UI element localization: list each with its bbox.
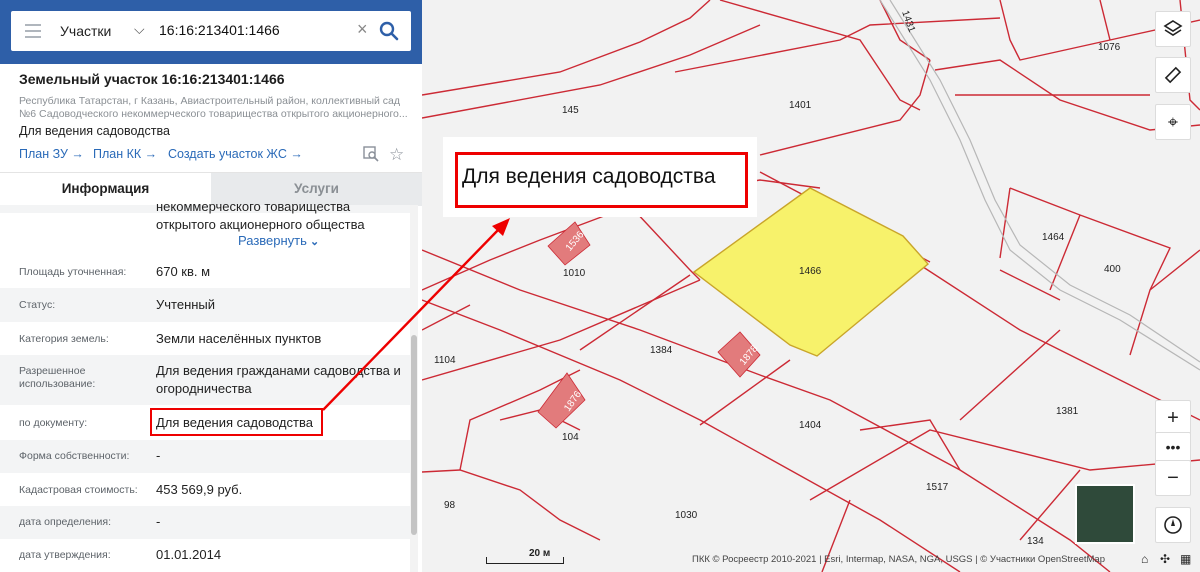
crosshair-icon: ⌖ [1167, 112, 1179, 132]
scale-bar [486, 557, 564, 564]
scale-label: 20 м [529, 548, 551, 559]
plus-icon: + [1167, 407, 1179, 429]
layers-icon [1163, 20, 1183, 36]
map-attribution: ПКК © Росреестр 2010-2021 | Esri, Interm… [692, 554, 1105, 565]
ruler-button[interactable] [1155, 57, 1191, 93]
grid-icon[interactable]: ▦ [1180, 552, 1191, 566]
compass-icon [1164, 516, 1182, 534]
annotation-arrow [322, 218, 510, 411]
basemap-thumbnail[interactable] [1075, 484, 1135, 544]
more-icon: ••• [1165, 439, 1181, 455]
home-icon[interactable]: ⌂ [1141, 552, 1148, 566]
zoom-in-button[interactable]: + [1155, 400, 1191, 436]
compass-button[interactable] [1155, 507, 1191, 543]
zoom-more-button[interactable]: ••• [1155, 432, 1191, 462]
locate-button[interactable]: ⌖ [1155, 104, 1191, 140]
location-icon[interactable]: ✣ [1160, 552, 1170, 566]
layers-button[interactable] [1155, 11, 1191, 47]
zoom-out-button[interactable]: − [1155, 460, 1191, 496]
minus-icon: − [1167, 467, 1179, 489]
ruler-icon [1164, 66, 1182, 84]
